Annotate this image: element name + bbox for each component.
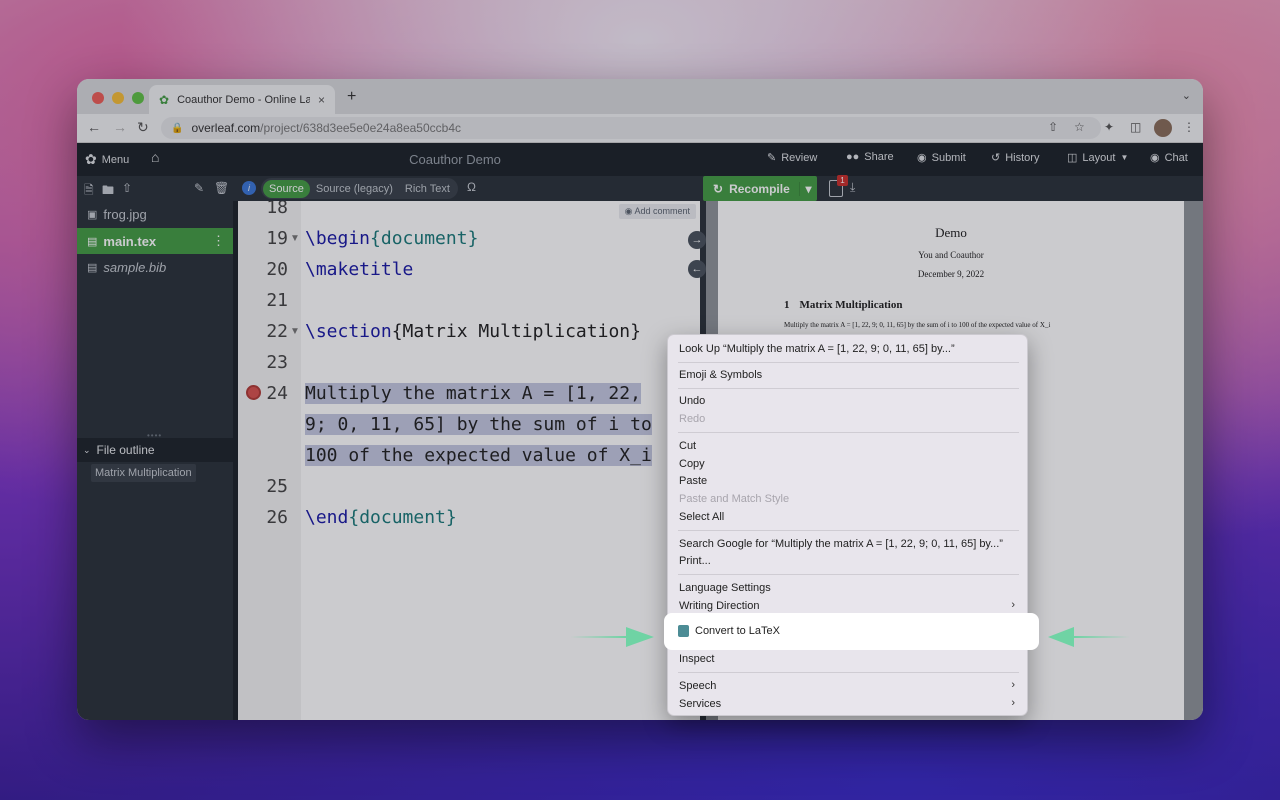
menu-item-copy[interactable]: Copy <box>679 458 705 470</box>
menu-separator <box>678 388 1019 389</box>
menu-item-paste-match-style[interactable]: Paste and Match Style <box>679 493 789 505</box>
menu-item-paste[interactable]: Paste <box>679 475 707 487</box>
menu-item-emoji[interactable]: Emoji & Symbols <box>679 369 762 381</box>
menu-separator <box>678 530 1019 531</box>
menu-item-writing-direction[interactable]: Writing Direction <box>679 600 760 612</box>
menu-item-cut[interactable]: Cut <box>679 440 696 452</box>
menu-separator <box>678 362 1019 363</box>
dim-overlay <box>0 0 1280 800</box>
menu-item-search-google[interactable]: Search Google for “Multiply the matrix A… <box>679 538 1003 550</box>
menu-separator <box>678 432 1019 433</box>
menu-separator <box>678 574 1019 575</box>
menu-item-look-up[interactable]: Look Up “Multiply the matrix A = [1, 22,… <box>679 343 955 355</box>
menu-item-convert-to-latex[interactable]: Convert to LaTeX <box>678 625 780 637</box>
menu-item-inspect[interactable]: Inspect <box>679 653 714 665</box>
menu-item-speech[interactable]: Speech <box>679 680 716 692</box>
menu-item-select-all[interactable]: Select All <box>679 511 724 523</box>
submenu-chevron-right-icon: › <box>1011 697 1015 709</box>
menu-item-redo[interactable]: Redo <box>679 413 705 425</box>
context-menu: Look Up “Multiply the matrix A = [1, 22,… <box>667 334 1028 716</box>
pointer-arrow-right-icon <box>570 627 654 647</box>
menu-separator <box>678 672 1019 673</box>
menu-item-services[interactable]: Services <box>679 698 721 710</box>
pointer-arrow-left-icon <box>1048 627 1130 647</box>
menu-item-print[interactable]: Print... <box>679 555 711 567</box>
submenu-chevron-right-icon: › <box>1011 599 1015 611</box>
menu-item-language-settings[interactable]: Language Settings <box>679 582 771 594</box>
menu-item-undo[interactable]: Undo <box>679 395 705 407</box>
submenu-chevron-right-icon: › <box>1011 679 1015 691</box>
coauthor-extension-icon <box>678 625 689 637</box>
convert-label: Convert to LaTeX <box>695 625 780 637</box>
